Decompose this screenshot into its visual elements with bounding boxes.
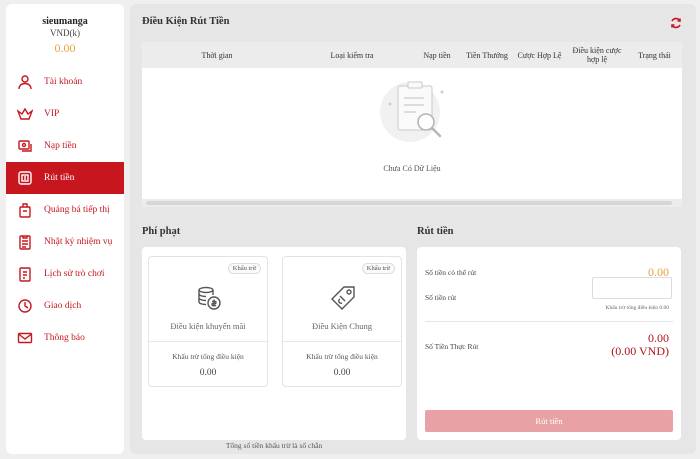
username: sieumanga [42,16,88,27]
sidebar-item-label: Quảng bá tiếp thị [44,205,110,215]
deposit-icon [16,137,34,155]
sidebar-item-account[interactable]: Tài khoản [6,66,124,98]
sidebar-item-label: Thông báo [44,333,85,343]
user-summary: sieumanga VND(k) 0.00 [6,4,124,66]
scrollbar-thumb[interactable] [146,201,672,205]
currency-label: VND(k) [50,28,80,38]
history-icon [16,265,34,283]
withdraw-button[interactable]: Rút tiền [425,410,673,432]
empty-state: Chưa Có Dữ Liệu [142,72,682,173]
sidebar-item-mission-log[interactable]: Nhật ký nhiệm vụ [6,226,124,258]
sidebar-item-label: Tài khoản [44,77,83,87]
sidebar-item-label: VIP [44,109,60,119]
column-header: Thời gian [201,50,233,60]
mail-icon [16,329,34,347]
total-deduction-note: Tổng số tiền khấu trừ là số chẵn [225,441,323,450]
available-label: Số tiền có thể rút [425,268,477,277]
conditions-title: Điều Kiện Rút Tiền [142,16,230,27]
card-divider [149,341,267,342]
amount-label: Số tiền rút [425,293,457,302]
sidebar-item-deposit[interactable]: Nạp tiền [6,130,124,162]
penalty-panel: Khấu trừ Điều kiện khuyến mãi Khấu trừ t… [142,247,406,450]
column-header: Loại kiểm tra [330,50,374,60]
promo-condition-card: Khấu trừ Điều kiện khuyến mãi Khấu trừ t… [148,256,268,387]
column-header: Điều kiện cược hợp lệ [572,46,622,64]
withdraw-title: Rút tiền [417,226,454,237]
actual-amount-label: Số Tiền Thực Rút [425,342,479,351]
column-header: Cược Hợp Lệ [517,50,562,60]
conditions-table: Thời gian Loại kiểm tra Nạp tiền Tiền Th… [142,42,682,207]
withdraw-panel: Số tiền có thể rút 0.00 Số tiền rút Khấu… [417,247,681,440]
deduction-hint: Khấu trừ tổng điều kiện 0.00 [605,305,669,311]
penalty-title: Phí phạt [142,226,181,237]
card-subtitle: Khấu trừ tổng điều kiện [172,352,244,361]
sidebar-item-promotion[interactable]: Quảng bá tiếp thị [6,194,124,226]
main-panel: Điều Kiện Rút Tiền Thời gian Loại kiểm t… [130,4,696,454]
card-title: Điều kiện khuyến mãi [170,321,246,331]
price-tag-icon [328,283,358,313]
table-header: Thời gian Loại kiểm tra Nạp tiền Tiền Th… [142,42,682,68]
card-divider [283,341,401,342]
column-header: Tiền Thưởng [466,50,508,60]
column-header: Trạng thái [638,50,671,60]
withdraw-amount-input[interactable] [592,277,672,299]
sidebar-item-label: Lịch sử trò chơi [44,269,105,279]
card-value: 0.00 [199,368,217,378]
promotion-icon [16,201,34,219]
refresh-icon[interactable] [670,16,682,29]
sidebar-item-transactions[interactable]: Giao dịch [6,290,124,322]
card-value: 0.00 [333,368,351,378]
balance-value: 0.00 [54,41,76,55]
withdraw-icon [16,169,34,187]
clock-icon [16,297,34,315]
sidebar-item-withdraw[interactable]: Rút tiền [6,162,124,194]
sidebar: sieumanga VND(k) 0.00 Tài khoản VIP Nạp … [6,4,124,454]
sidebar-item-notifications[interactable]: Thông báo [6,322,124,354]
empty-document-icon [362,72,462,152]
deduct-tag: Khấu trừ [227,263,261,274]
column-header: Nạp tiền [423,50,451,60]
user-icon [16,73,34,91]
actual-amount-vnd: (0.00 VND) [611,344,669,358]
sidebar-item-label: Rút tiền [44,173,75,183]
divider [425,321,673,322]
horizontal-scrollbar[interactable] [142,199,682,207]
clipboard-icon [16,233,34,251]
empty-text: Chưa Có Dữ Liệu [383,164,441,173]
sidebar-item-label: Giao dịch [44,301,82,311]
sidebar-item-label: Nạp tiền [44,141,77,151]
sidebar-item-game-history[interactable]: Lịch sử trò chơi [6,258,124,290]
coins-icon [194,283,224,313]
vip-icon [16,105,34,123]
card-subtitle: Khấu trừ tổng điều kiện [306,352,378,361]
deduct-tag: Khấu trừ [361,263,395,274]
sidebar-item-label: Nhật ký nhiệm vụ [44,237,113,247]
card-title: Điều Kiện Chung [312,321,372,331]
sidebar-item-vip[interactable]: VIP [6,98,124,130]
general-condition-card: Khấu trừ Điều Kiện Chung Khấu trừ tổng đ… [282,256,402,387]
